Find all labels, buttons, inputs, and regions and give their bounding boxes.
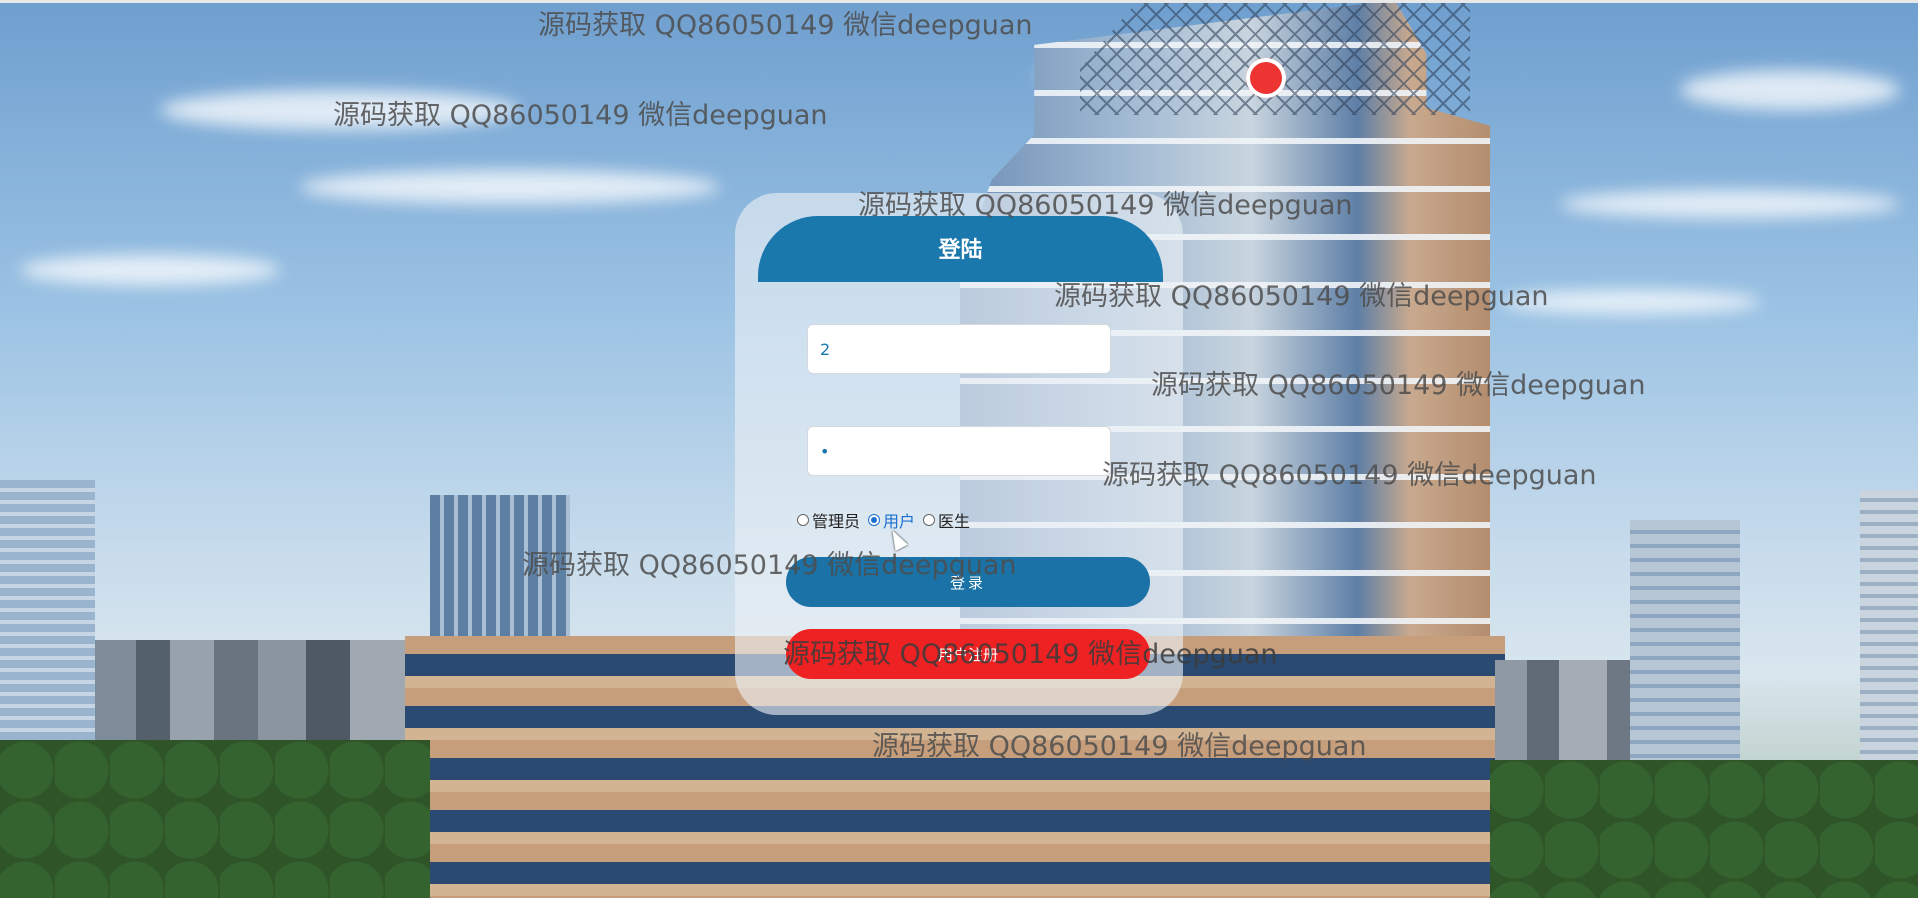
tower-crown <box>1080 0 1470 115</box>
radio-circle-icon <box>923 514 936 526</box>
trees-right <box>1490 760 1918 898</box>
radio-selected-icon <box>868 514 881 526</box>
watermark-text: 源码获取 QQ86050149 微信deepguan <box>333 100 828 131</box>
role-selector: 管理员 用户 医生 <box>797 508 978 532</box>
radio-circle-icon <box>797 514 809 526</box>
right-tower-edge <box>1860 490 1918 770</box>
watermark-text: 源码获取 QQ86050149 微信deepguan <box>872 731 1367 762</box>
watermark-text: 源码获取 QQ86050149 微信deepguan <box>538 10 1033 41</box>
cloud <box>300 170 720 204</box>
login-title: 登陆 <box>938 238 983 263</box>
role-radio-doctor[interactable]: 医生 <box>923 508 970 532</box>
watermark-text: 源码获取 QQ86050149 微信deepguan <box>522 550 1017 581</box>
watermark-text: 源码获取 QQ86050149 微信deepguan <box>858 190 1353 221</box>
cloud <box>20 255 280 285</box>
watermark-text: 源码获取 QQ86050149 微信deepguan <box>1054 281 1549 312</box>
role-label: 医生 <box>938 512 971 531</box>
username-input[interactable] <box>807 324 1111 374</box>
role-label: 管理员 <box>812 512 861 531</box>
role-radio-admin[interactable]: 管理员 <box>797 508 860 532</box>
watermark-text: 源码获取 QQ86050149 微信deepguan <box>783 639 1278 670</box>
right-tower <box>1630 520 1740 760</box>
trees-left <box>0 740 430 898</box>
role-radio-user[interactable]: 用户 <box>868 508 915 532</box>
watermark-text: 源码获取 QQ86050149 微信deepguan <box>1151 370 1646 401</box>
cloud <box>1560 190 1900 218</box>
watermark-text: 源码获取 QQ86050149 微信deepguan <box>1102 460 1597 491</box>
password-input[interactable] <box>807 426 1111 476</box>
cloud <box>1680 70 1900 110</box>
